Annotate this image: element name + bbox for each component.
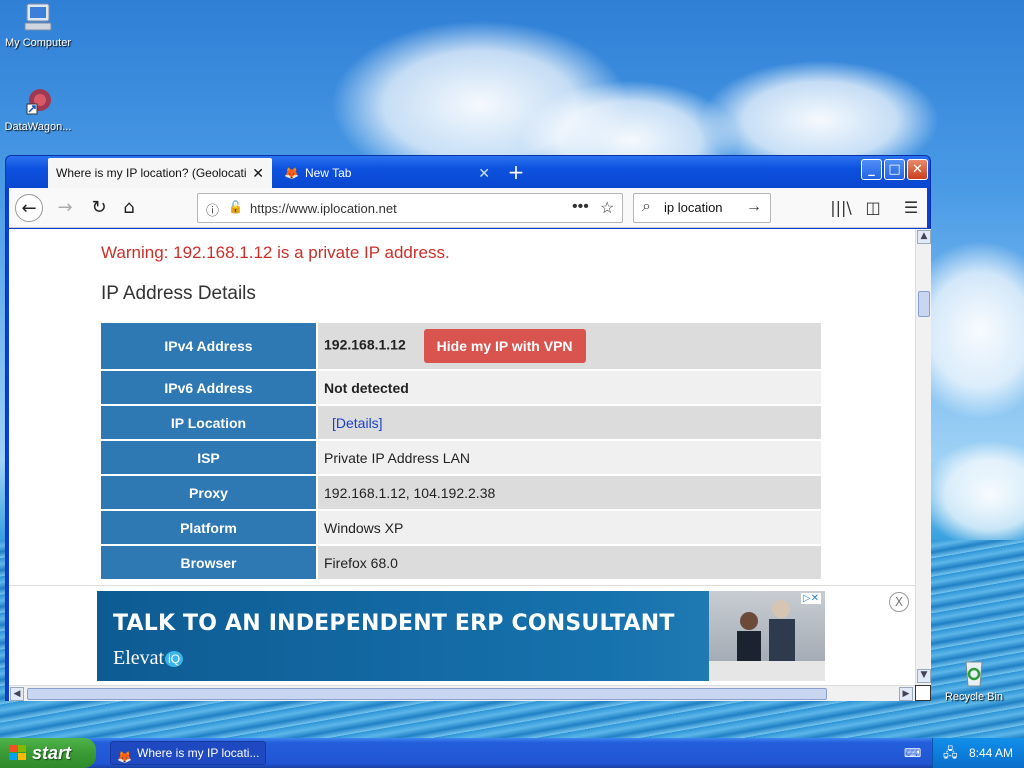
desktop-icon-label: My Computer bbox=[4, 37, 72, 49]
menu-icon[interactable]: ☰ bbox=[897, 194, 925, 222]
vertical-scrollbar[interactable]: ▲ ▼ bbox=[915, 229, 931, 685]
search-box[interactable]: ⌕ → bbox=[633, 193, 771, 223]
erp-ad-banner[interactable]: TALK TO AN INDEPENDENT ERP CONSULTANT El… bbox=[97, 591, 825, 681]
search-go-icon[interactable]: → bbox=[746, 198, 762, 216]
table-row: Platform Windows XP bbox=[101, 510, 821, 546]
ip-details-table: IPv4 Address 192.168.1.12 Hide my IP wit… bbox=[101, 323, 821, 581]
url-text[interactable]: https://www.iplocation.net bbox=[250, 201, 397, 216]
address-bar[interactable]: ⓘ 🔓 https://www.iplocation.net ••• ☆ bbox=[197, 193, 623, 223]
ad-headline: TALK TO AN INDEPENDENT ERP CONSULTANT bbox=[113, 611, 675, 636]
ipv4-value: 192.168.1.12 bbox=[324, 336, 406, 353]
table-row: Browser Firefox 68.0 bbox=[101, 545, 821, 581]
row-value: Not detected bbox=[317, 370, 821, 406]
row-value: Firefox 68.0 bbox=[317, 545, 821, 581]
scroll-right-button[interactable]: ▶ bbox=[899, 687, 913, 701]
row-value: Windows XP bbox=[317, 510, 821, 546]
home-button[interactable]: ⌂ bbox=[115, 194, 143, 222]
adchoices-icon[interactable]: ▷✕ bbox=[800, 593, 821, 604]
firefox-icon: 🦊 bbox=[117, 750, 132, 764]
firefox-icon: 🦊 bbox=[284, 166, 299, 180]
table-row: IPv6 Address Not detected bbox=[101, 370, 821, 406]
tab-new-tab[interactable]: 🦊 New Tab ✕ bbox=[276, 158, 498, 188]
maximize-button[interactable]: □ bbox=[884, 159, 905, 180]
row-label: IPv6 Address bbox=[101, 370, 318, 406]
close-window-button[interactable]: ✕ bbox=[907, 159, 928, 180]
scrollbar-corner bbox=[915, 685, 931, 701]
details-link[interactable]: [Details] bbox=[324, 415, 383, 431]
row-label: Platform bbox=[101, 510, 318, 546]
taskbar-item-firefox[interactable]: 🦊 Where is my IP locati... bbox=[110, 741, 266, 765]
taskbar-item-title: Where is my IP locati... bbox=[137, 746, 260, 760]
page-content: Warning: 192.168.1.12 is a private IP ad… bbox=[9, 229, 915, 685]
scroll-down-button[interactable]: ▼ bbox=[917, 669, 931, 683]
desktop-icon-my-computer[interactable]: My Computer bbox=[0, 2, 78, 49]
windows-logo-icon bbox=[9, 745, 26, 760]
close-ad-button[interactable]: X bbox=[889, 592, 909, 612]
row-value: 192.168.1.12, 104.192.2.38 bbox=[317, 475, 821, 511]
ad-bar: TALK TO AN INDEPENDENT ERP CONSULTANT El… bbox=[9, 585, 915, 685]
tab-iplocation[interactable]: Where is my IP location? (Geolocation) ✕ bbox=[48, 158, 272, 188]
desktop-icon-label: DataWagon... bbox=[4, 121, 72, 133]
datawagon-icon bbox=[26, 89, 51, 115]
hide-ip-vpn-button[interactable]: Hide my IP with VPN bbox=[423, 329, 586, 363]
horizontal-scroll-thumb[interactable] bbox=[27, 688, 827, 700]
system-tray: 🖧 8:44 AM bbox=[932, 738, 1024, 768]
search-input[interactable] bbox=[664, 200, 744, 215]
insecure-lock-icon[interactable]: 🔓 bbox=[228, 200, 243, 214]
info-icon[interactable]: ⓘ bbox=[206, 200, 219, 219]
browser-window: Where is my IP location? (Geolocation) ✕… bbox=[5, 155, 931, 701]
row-label: Proxy bbox=[101, 475, 318, 511]
ad-brand-badge: iQ bbox=[165, 651, 184, 668]
navigation-toolbar: ← → ↻ ⌂ ⓘ 🔓 https://www.iplocation.net •… bbox=[9, 188, 927, 228]
minimize-button[interactable]: _ bbox=[861, 159, 882, 180]
table-row: IP Location [Details] bbox=[101, 405, 821, 441]
section-title: IP Address Details bbox=[101, 283, 256, 304]
title-bar[interactable]: Where is my IP location? (Geolocation) ✕… bbox=[6, 156, 930, 188]
table-row: ISP Private IP Address LAN bbox=[101, 440, 821, 476]
ad-photo: ▷✕ bbox=[709, 591, 825, 681]
row-label: IP Location bbox=[101, 405, 318, 441]
forward-button[interactable]: → bbox=[51, 194, 79, 222]
computer-icon bbox=[24, 3, 52, 31]
close-tab-icon[interactable]: ✕ bbox=[478, 165, 490, 182]
ad-brand-logo: Elevat iQ bbox=[113, 647, 184, 670]
tab-title: Where is my IP location? (Geolocation) bbox=[56, 166, 247, 180]
row-value: 192.168.1.12 Hide my IP with VPN bbox=[317, 323, 821, 371]
bookmark-star-icon[interactable]: ☆ bbox=[600, 198, 614, 218]
taskbar: start 🦊 Where is my IP locati... ⌨ 🖧 8:4… bbox=[0, 738, 1024, 768]
search-icon: ⌕ bbox=[642, 198, 651, 215]
row-label: Browser bbox=[101, 545, 318, 581]
clock[interactable]: 8:44 AM bbox=[969, 746, 1013, 760]
sidebar-icon[interactable]: ◫ bbox=[859, 194, 887, 222]
row-value: [Details] bbox=[317, 405, 821, 441]
start-label: start bbox=[32, 743, 72, 763]
library-icon[interactable]: |||\ bbox=[827, 194, 855, 222]
reload-button[interactable]: ↻ bbox=[85, 194, 113, 222]
desktop-icon-label: Recycle Bin bbox=[944, 691, 1004, 703]
cloud bbox=[920, 440, 1024, 550]
desktop-icon-recycle-bin[interactable]: Recycle Bin bbox=[934, 656, 1014, 703]
scroll-up-button[interactable]: ▲ bbox=[917, 230, 931, 244]
horizontal-scrollbar[interactable]: ◀ ▶ bbox=[9, 685, 915, 701]
vertical-scroll-thumb[interactable] bbox=[918, 291, 930, 317]
row-value: Private IP Address LAN bbox=[317, 440, 821, 476]
recycle-bin-icon bbox=[965, 661, 983, 687]
ad-people-image bbox=[709, 600, 825, 681]
table-row: IPv4 Address 192.168.1.12 Hide my IP wit… bbox=[101, 323, 821, 371]
scroll-left-button[interactable]: ◀ bbox=[10, 687, 24, 701]
start-button[interactable]: start bbox=[0, 738, 96, 768]
new-tab-button[interactable]: + bbox=[504, 160, 528, 184]
network-icon[interactable]: 🖧 bbox=[943, 744, 958, 766]
tab-title: New Tab bbox=[304, 166, 352, 180]
row-label: IPv4 Address bbox=[101, 323, 318, 371]
page-actions-icon[interactable]: ••• bbox=[572, 198, 589, 216]
table-row: Proxy 192.168.1.12, 104.192.2.38 bbox=[101, 475, 821, 511]
keyboard-icon[interactable]: ⌨ bbox=[904, 746, 921, 760]
desktop-icon-datawagon[interactable]: DataWagon... bbox=[0, 86, 78, 133]
row-label: ISP bbox=[101, 440, 318, 476]
private-ip-warning: Warning: 192.168.1.12 is a private IP ad… bbox=[101, 243, 450, 262]
close-tab-icon[interactable]: ✕ bbox=[252, 165, 264, 182]
back-button[interactable]: ← bbox=[15, 194, 43, 222]
